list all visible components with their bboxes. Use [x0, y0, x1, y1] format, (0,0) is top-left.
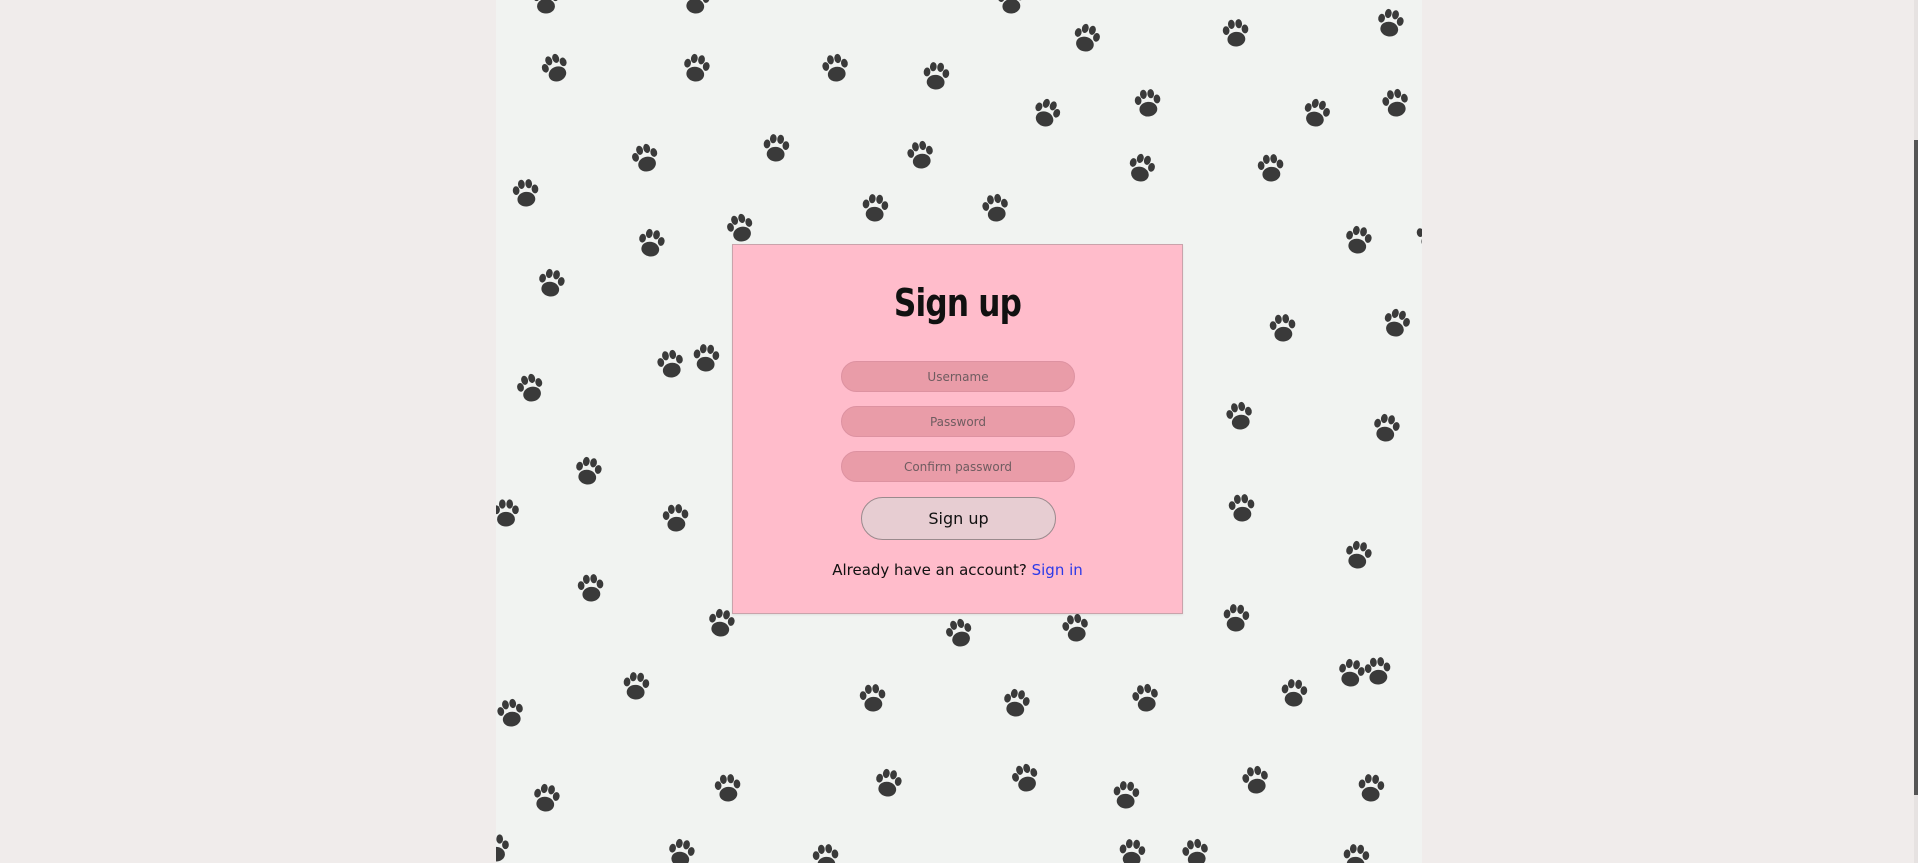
paw-print-icon: [1375, 7, 1406, 39]
paw-print-icon: [1060, 612, 1091, 644]
paw-print-icon: [996, 0, 1025, 15]
paw-print-icon: [629, 141, 662, 175]
paw-print-icon: [1221, 18, 1250, 48]
paw-print-icon: [1336, 657, 1367, 689]
paw-print-icon: [1280, 678, 1309, 708]
paw-print-icon: [811, 843, 840, 863]
account-prompt-text: Already have an account?: [832, 561, 1027, 579]
paw-print-icon: [1070, 21, 1103, 55]
paw-print-icon: [496, 697, 526, 729]
paw-print-icon: [1371, 412, 1402, 444]
scrollbar-thumb[interactable]: [1914, 140, 1918, 795]
paw-print-icon: [1268, 313, 1297, 343]
paw-print-icon: [980, 192, 1011, 224]
paw-print-icon: [1224, 400, 1255, 432]
signup-button[interactable]: Sign up: [861, 497, 1056, 540]
paw-print-icon: [713, 773, 742, 803]
paw-print-icon: [576, 573, 605, 603]
paw-print-icon: [858, 683, 887, 713]
confirm-password-input[interactable]: [841, 451, 1075, 482]
paw-print-icon: [1130, 682, 1161, 714]
paw-print-icon: [1342, 843, 1371, 863]
paw-print-icon: [873, 767, 904, 799]
signup-page: Sign up Sign up Already have an account?…: [0, 0, 1918, 863]
signup-title: Sign up: [893, 281, 1022, 325]
paw-print-icon: [1009, 761, 1042, 795]
paw-print-icon: [666, 837, 697, 863]
paw-print-icon: [1001, 687, 1032, 719]
paw-print-icon: [496, 834, 509, 862]
username-input[interactable]: [841, 361, 1075, 392]
paw-print-icon: [1030, 95, 1064, 131]
signin-link[interactable]: Sign in: [1032, 561, 1083, 579]
paw-print-icon: [636, 227, 667, 259]
paw-print-icon: [943, 616, 976, 650]
signup-card: Sign up Sign up Already have an account?…: [732, 244, 1183, 614]
page-scrollbar[interactable]: [1914, 0, 1918, 863]
paw-print-icon: [1363, 656, 1392, 686]
paw-print-icon: [1415, 220, 1422, 250]
paw-print-icon: [1125, 151, 1158, 185]
paw-print-icon: [681, 52, 712, 84]
paw-print-icon: [1357, 773, 1386, 803]
paw-print-icon: [1112, 780, 1141, 810]
paw-print-icon: [1240, 764, 1271, 796]
paw-print-icon: [681, 0, 712, 16]
paw-print-icon: [511, 178, 540, 208]
paw-print-icon: [905, 139, 936, 171]
paw-print-icon: [1380, 87, 1411, 119]
paw-print-icon: [1222, 603, 1251, 633]
paw-print-icon: [661, 503, 690, 533]
paw-print-icon: [1380, 306, 1413, 340]
paw-print-icon: [922, 61, 951, 91]
paw-print-icon: [762, 133, 791, 163]
paw-print-icon: [531, 782, 562, 814]
paw-print-icon: [622, 671, 651, 701]
paw-print-icon: [1300, 96, 1333, 130]
paw-print-icon: [573, 455, 604, 487]
paw-print-icon: [496, 499, 519, 527]
paw-print-icon: [514, 371, 547, 405]
paw-print-icon: [538, 50, 572, 86]
paw-print-icon: [536, 267, 567, 299]
paw-print-icon: [1343, 539, 1374, 571]
paw-print-icon: [692, 343, 721, 373]
paw-print-icon: [655, 348, 686, 380]
paw-print-icon: [1180, 837, 1211, 863]
paw-print-icon: [1343, 224, 1374, 256]
paw-print-icon: [1256, 153, 1285, 183]
paw-print-icon: [1133, 88, 1162, 118]
paw-print-icon: [1118, 838, 1147, 863]
paw-print-icon: [724, 211, 757, 245]
password-input[interactable]: [841, 406, 1075, 437]
paw-print-icon: [861, 193, 890, 223]
signin-prompt: Already have an account? Sign in: [733, 561, 1182, 579]
paw-print-icon: [1227, 493, 1256, 523]
paw-print-icon: [820, 52, 851, 84]
paw-print-icon: [533, 0, 559, 14]
